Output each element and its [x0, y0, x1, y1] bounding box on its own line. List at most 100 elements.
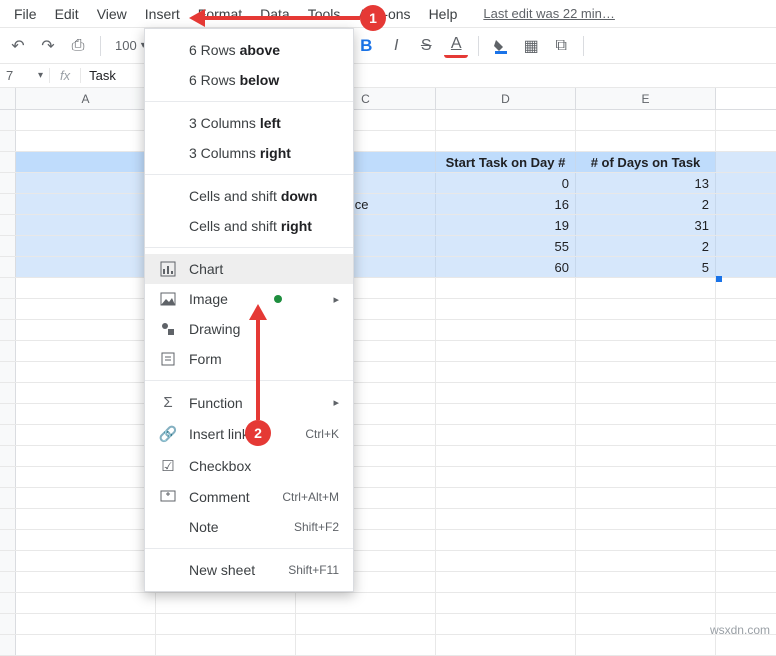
- text-color-button[interactable]: A: [444, 34, 468, 58]
- cell: 2: [576, 194, 716, 214]
- annotation-badge-1: 1: [360, 5, 386, 31]
- table-row[interactable]: [0, 635, 776, 656]
- menu-separator: [145, 174, 353, 175]
- menu-note[interactable]: NoteShift+F2: [145, 512, 353, 542]
- chevron-right-icon: ▸: [333, 293, 339, 306]
- menu-comment[interactable]: CommentCtrl+Alt+M: [145, 482, 353, 512]
- menu-insert[interactable]: Insert: [137, 2, 188, 26]
- menu-cols-left[interactable]: 3 Columns left: [145, 108, 353, 138]
- menu-cells-down[interactable]: Cells and shift down: [145, 181, 353, 211]
- print-icon[interactable]: ⎙: [66, 34, 90, 58]
- table-row[interactable]: [0, 383, 776, 404]
- comment-icon: [159, 489, 177, 505]
- italic-button[interactable]: I: [384, 34, 408, 58]
- image-icon: [159, 291, 177, 307]
- menu-separator: [145, 548, 353, 549]
- table-row[interactable]: 0 13: [0, 173, 776, 194]
- annotation-arrowhead-2: [249, 304, 267, 320]
- col-header-e[interactable]: E: [576, 88, 716, 109]
- table-row[interactable]: 60 5: [0, 257, 776, 278]
- formula-input[interactable]: Task: [81, 68, 124, 83]
- drawing-icon: [159, 321, 177, 337]
- table-row[interactable]: [0, 446, 776, 467]
- menu-new-sheet[interactable]: New sheetShift+F11: [145, 555, 353, 585]
- menu-chart[interactable]: Chart: [145, 254, 353, 284]
- table-row[interactable]: [0, 131, 776, 152]
- menu-cols-right[interactable]: 3 Columns right: [145, 138, 353, 168]
- menu-form[interactable]: Form: [145, 344, 353, 374]
- cell: 0: [436, 173, 576, 193]
- menu-bar: File Edit View Insert Format Data Tools …: [0, 0, 776, 28]
- table-header-row[interactable]: Start Task on Day # # of Days on Task: [0, 152, 776, 173]
- menu-checkbox[interactable]: ☑Checkbox: [145, 450, 353, 482]
- menu-edit[interactable]: Edit: [47, 2, 87, 26]
- table-row[interactable]: [0, 551, 776, 572]
- table-row[interactable]: [0, 488, 776, 509]
- menu-rows-below[interactable]: 6 Rows below: [145, 65, 353, 95]
- undo-icon[interactable]: ↶: [6, 34, 30, 58]
- watermark-text: wsxdn.com: [710, 623, 770, 637]
- bold-button[interactable]: B: [354, 34, 378, 58]
- form-icon: [159, 351, 177, 367]
- cell: 31: [576, 215, 716, 235]
- table-row[interactable]: [0, 278, 776, 299]
- table-row[interactable]: [0, 509, 776, 530]
- cell: 55: [436, 236, 576, 256]
- checkbox-icon: ☑: [159, 457, 177, 475]
- menu-help[interactable]: Help: [421, 2, 466, 26]
- table-row[interactable]: [0, 362, 776, 383]
- cell: 2: [576, 236, 716, 256]
- merge-cells-button[interactable]: ⧉: [549, 34, 573, 58]
- cell: 5: [576, 257, 716, 277]
- sigma-icon: Σ: [159, 394, 177, 411]
- name-box[interactable]: 7 ▾: [0, 68, 50, 83]
- table-row[interactable]: 19 31: [0, 215, 776, 236]
- borders-button[interactable]: ▦: [519, 34, 543, 58]
- menu-function[interactable]: ΣFunction▸: [145, 387, 353, 418]
- annotation-arrow-1: [205, 16, 360, 20]
- last-edit-link[interactable]: Last edit was 22 min…: [483, 6, 615, 21]
- menu-cells-right[interactable]: Cells and shift right: [145, 211, 353, 241]
- strikethrough-button[interactable]: S: [414, 34, 438, 58]
- cell: 16: [436, 194, 576, 214]
- table-row[interactable]: Commence 16 2: [0, 194, 776, 215]
- formula-bar: 7 ▾ fx Task: [0, 64, 776, 88]
- chevron-right-icon: ▸: [333, 396, 339, 409]
- fill-color-button[interactable]: [489, 34, 513, 58]
- menu-separator: [145, 247, 353, 248]
- table-row[interactable]: [0, 110, 776, 131]
- redo-icon[interactable]: ↷: [36, 34, 60, 58]
- fx-icon: fx: [50, 68, 81, 83]
- select-all-corner[interactable]: [0, 88, 16, 109]
- table-row[interactable]: [0, 404, 776, 425]
- header-cell: # of Days on Task: [576, 152, 716, 172]
- link-icon: 🔗: [159, 425, 177, 443]
- shortcut-text: Shift+F11: [288, 563, 339, 577]
- table-row[interactable]: [0, 341, 776, 362]
- table-row[interactable]: [0, 425, 776, 446]
- selection-handle[interactable]: [716, 276, 722, 282]
- menu-tools[interactable]: Tools: [300, 2, 349, 26]
- cell: 19: [436, 215, 576, 235]
- table-row[interactable]: [0, 614, 776, 635]
- annotation-arrow-2: [256, 320, 260, 420]
- menu-view[interactable]: View: [89, 2, 135, 26]
- menu-data[interactable]: Data: [252, 2, 298, 26]
- table-row[interactable]: [0, 467, 776, 488]
- table-row[interactable]: [0, 299, 776, 320]
- table-row[interactable]: [0, 593, 776, 614]
- table-row[interactable]: [0, 530, 776, 551]
- table-row[interactable]: 55 2: [0, 236, 776, 257]
- spreadsheet-grid[interactable]: A B C D E Start Task on Day # # of Days …: [0, 88, 776, 641]
- zoom-value: 100: [115, 38, 137, 53]
- shortcut-text: Shift+F2: [294, 520, 339, 534]
- menu-file[interactable]: File: [6, 2, 45, 26]
- table-row[interactable]: [0, 572, 776, 593]
- header-cell: Start Task on Day #: [436, 152, 576, 172]
- shortcut-text: Ctrl+Alt+M: [282, 490, 339, 504]
- col-header-d[interactable]: D: [436, 88, 576, 109]
- menu-rows-above[interactable]: 6 Rows above: [145, 35, 353, 65]
- col-header-a[interactable]: A: [16, 88, 156, 109]
- table-row[interactable]: [0, 320, 776, 341]
- cell: 60: [436, 257, 576, 277]
